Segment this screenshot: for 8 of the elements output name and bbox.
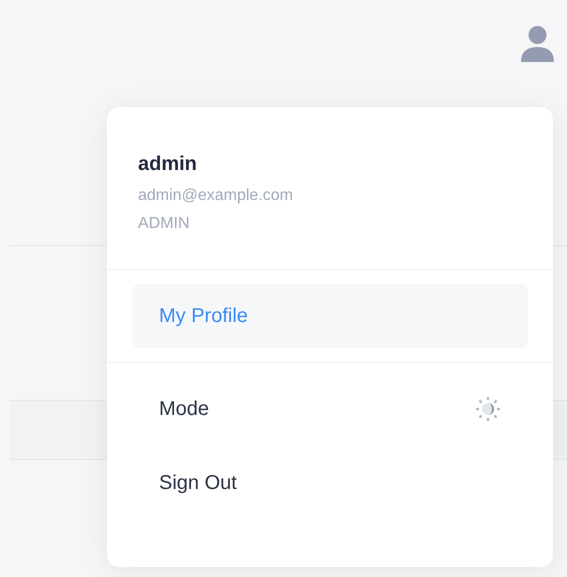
menu-item[interactable]: Mode bbox=[132, 377, 528, 441]
user-email: admin@example.com bbox=[138, 186, 294, 206]
user-name: admin bbox=[138, 152, 198, 177]
menu-item[interactable]: Sign Out bbox=[132, 451, 528, 515]
sun-moon-icon[interactable] bbox=[475, 396, 501, 422]
user-role: ADMIN bbox=[138, 214, 191, 234]
user-icon[interactable] bbox=[520, 24, 555, 62]
menu-label: Mode bbox=[159, 397, 210, 422]
